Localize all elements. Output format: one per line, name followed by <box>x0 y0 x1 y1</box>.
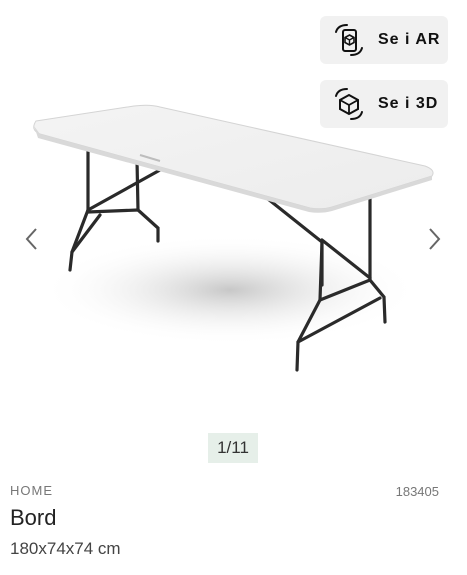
gallery-pager: 1/11 <box>208 433 258 463</box>
product-gallery[interactable]: Se i AR Se i 3D <box>0 0 467 420</box>
view-in-3d-label: Se i 3D <box>378 95 439 112</box>
chevron-right-icon <box>429 228 441 250</box>
view-in-3d-button[interactable]: Se i 3D <box>320 80 448 128</box>
product-title: Bord <box>10 505 57 530</box>
product-dimensions: 180x74x74 cm <box>10 539 121 558</box>
cube-3d-icon <box>335 88 363 120</box>
view-in-ar-button[interactable]: Se i AR <box>320 16 448 64</box>
product-sku: 183405 <box>395 484 439 499</box>
product-brand[interactable]: HOME <box>10 483 53 498</box>
gallery-prev-button[interactable] <box>18 224 44 254</box>
gallery-next-button[interactable] <box>422 224 448 254</box>
ar-cube-phone-icon <box>335 24 363 56</box>
view-in-ar-label: Se i AR <box>378 31 441 48</box>
chevron-left-icon <box>25 228 37 250</box>
